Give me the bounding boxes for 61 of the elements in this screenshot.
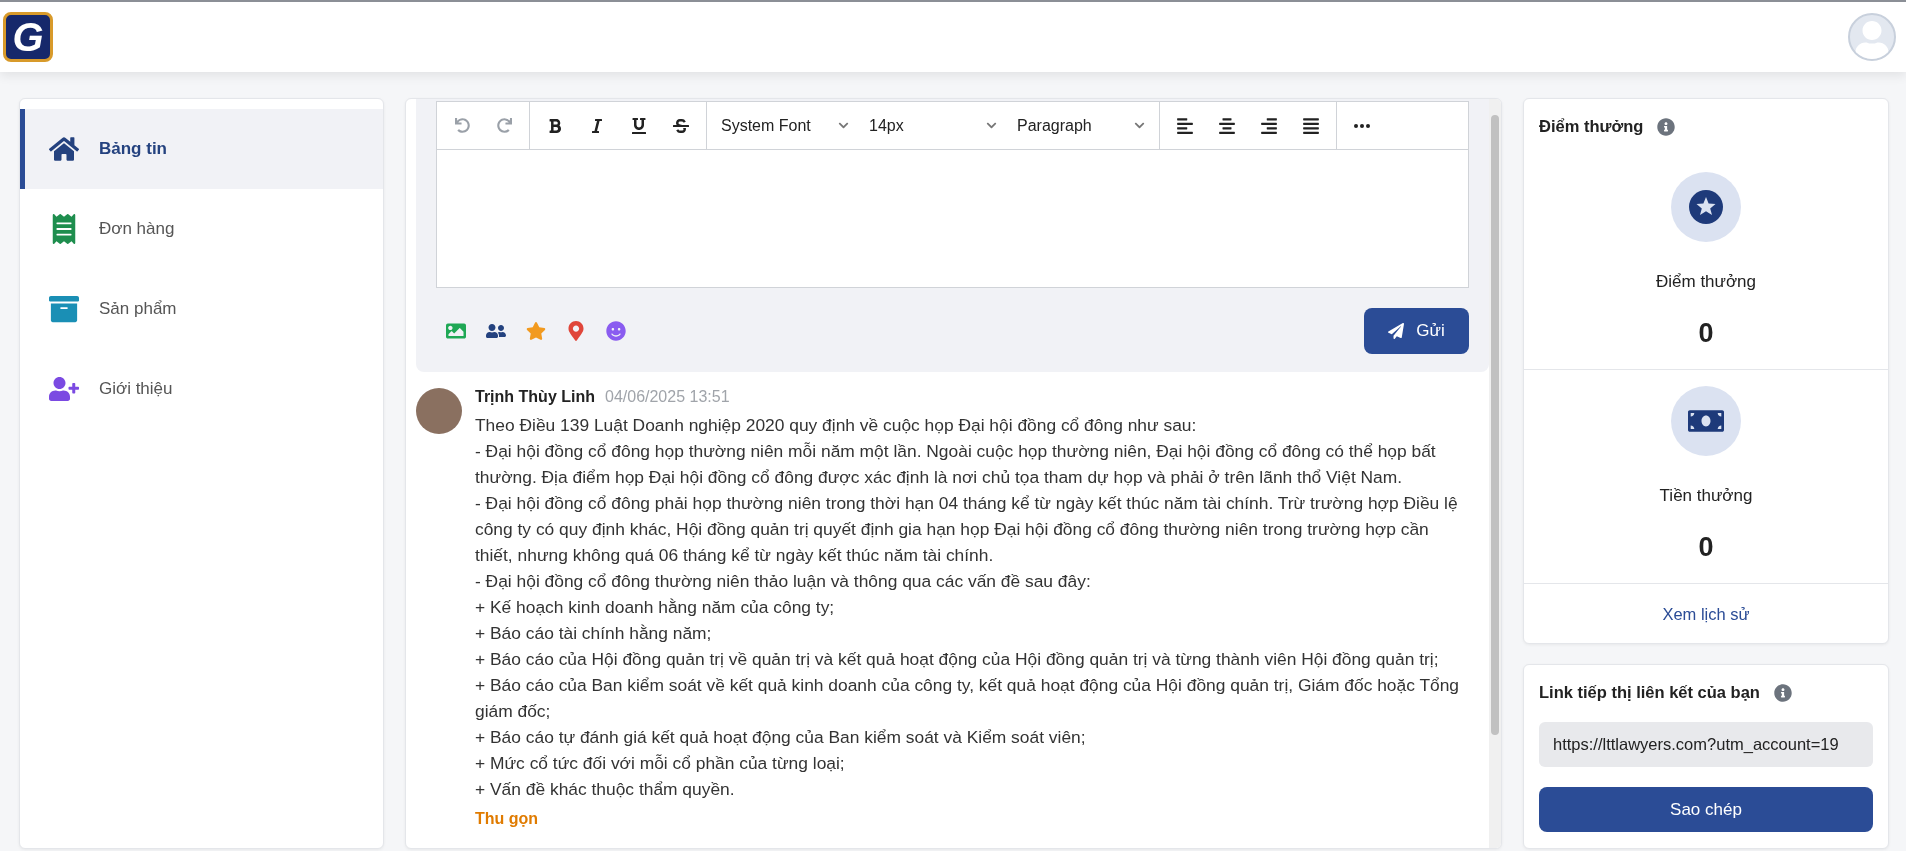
info-icon[interactable] (1773, 683, 1792, 702)
toolbar-dropdown[interactable]: 14px (863, 108, 1003, 143)
stat-label: Điểm thưởng (1656, 272, 1756, 292)
people-icon[interactable] (486, 321, 506, 341)
bold-icon (547, 117, 563, 134)
star-icon[interactable] (526, 321, 546, 341)
undo-icon (454, 118, 470, 133)
italic-icon (589, 117, 605, 134)
sidebar-item[interactable]: Giới thiệu (20, 349, 383, 429)
sidebar-item[interactable]: Sản phẩm (20, 269, 383, 349)
ellipsis-icon (1354, 123, 1370, 128)
post-text: - Đại hội đồng cổ đông họp thường niên mỗi năm một lần. Ngoài cuộc họp thường niên, Đại hội đồng cổ đông có thể họp bất thường. Địa điểm họp Đại hội đồng cổ đông được xác định là nơi chủ tọa tham dự họp và phải ở trên lãnh thổ Việt Nam. (475, 440, 1437, 489)
align-left-icon (1176, 116, 1194, 135)
archive-icon (49, 294, 79, 324)
align-justify-icon (1302, 116, 1320, 135)
stat-value: 0 (1698, 318, 1714, 349)
stat-label: Tiền thưởng (1659, 486, 1753, 506)
align-right-icon (1260, 116, 1278, 135)
post-text: + Báo cáo của Ban kiểm soát về kết quả kinh doanh của công ty, kết quả hoạt động của Hội đồng quản trị, Giám đốc hoặc Tổng giám đốc; (475, 674, 1461, 723)
info-icon[interactable] (1657, 117, 1676, 136)
paper-plane-icon (1388, 323, 1405, 339)
post-text: + Báo cáo của Hội đồng quản trị về quản trị và kết quả hoạt động của Hội đồng quản trị và từng thành viên Hội đồng quản trị; (475, 648, 1440, 671)
toolbar-dropdown[interactable]: System Font (715, 108, 855, 143)
map-pin-icon[interactable] (566, 321, 586, 341)
author-name: Trịnh Thùy Linh (475, 388, 595, 406)
rich-text-editor[interactable]: System Font 14px Paragraph (436, 101, 1469, 288)
chevron-down-icon (1134, 120, 1145, 131)
chevron-down-icon (838, 120, 849, 131)
post-text: - Đại hội đồng cổ đông phải họp thường niên trong thời hạn 04 tháng kể từ ngày kết thúc năm tài chính. Trừ trường hợp Điều lệ công ty có quy định khác, Hội đồng quản trị quyết định gia hạn họp Đại hội đồng cổ đông thường niên trong trường hợp cần thiết, nhưng không quá 06 tháng kể từ ngày kết thúc năm tài chính. (475, 492, 1459, 567)
logo[interactable]: G (3, 12, 53, 62)
link-field[interactable]: https://lttlawyers.com?utm_account=19 (1539, 722, 1873, 767)
redo-icon (496, 118, 512, 133)
copy-button[interactable]: Sao chép (1539, 787, 1873, 832)
card-title: Link tiếp thị liên kết của bạn (1539, 683, 1760, 702)
post-text: - Đại hội đồng cổ đông thường niên thảo luận và thông qua các vấn đề sau đây: (475, 570, 1092, 593)
post-time: 04/06/2025 13:51 (605, 388, 730, 406)
post-text: + Báo cáo tài chính hằng năm; (475, 622, 713, 645)
stat-value: 0 (1698, 532, 1714, 563)
star-badge-icon (1689, 190, 1723, 224)
post-text: + Vấn đề khác thuộc thẩm quyền. (475, 778, 736, 801)
post-text: Theo Điều 139 Luật Doanh nghiệp 2020 quy định về cuộc họp Đại hội đồng cổ đông như sau: (475, 414, 1198, 437)
smiley-icon[interactable] (606, 321, 626, 341)
toolbar-dropdown[interactable]: Paragraph (1011, 108, 1151, 143)
underline-icon (631, 117, 647, 134)
scrollbar[interactable] (1489, 99, 1501, 848)
sidebar-item[interactable]: Đơn hàng (20, 189, 383, 269)
history-link[interactable]: Xem lịch sử (1524, 584, 1888, 643)
avatar-placeholder (416, 388, 462, 434)
user-silhouette-icon (1853, 21, 1891, 59)
post-text: + Mức cổ tức đối với mỗi cổ phần của từng loại; (475, 752, 846, 775)
post-text: + Báo cáo tự đánh giá kết quả hoạt động của Ban kiểm soát và Kiểm soát viên; (475, 726, 1087, 749)
sidebar-item[interactable]: Bảng tin (20, 109, 383, 189)
home-icon (49, 134, 79, 164)
align-center-icon (1218, 116, 1236, 135)
image-icon[interactable] (446, 321, 466, 341)
chevron-down-icon (986, 120, 997, 131)
card-title: Điểm thưởng (1539, 117, 1644, 136)
strikethrough-icon (673, 117, 689, 134)
send-button[interactable]: Gửi (1364, 308, 1469, 354)
post-text: + Kế hoạch kinh doanh hằng năm của công ty; (475, 596, 836, 619)
user-plus-icon (49, 374, 79, 404)
